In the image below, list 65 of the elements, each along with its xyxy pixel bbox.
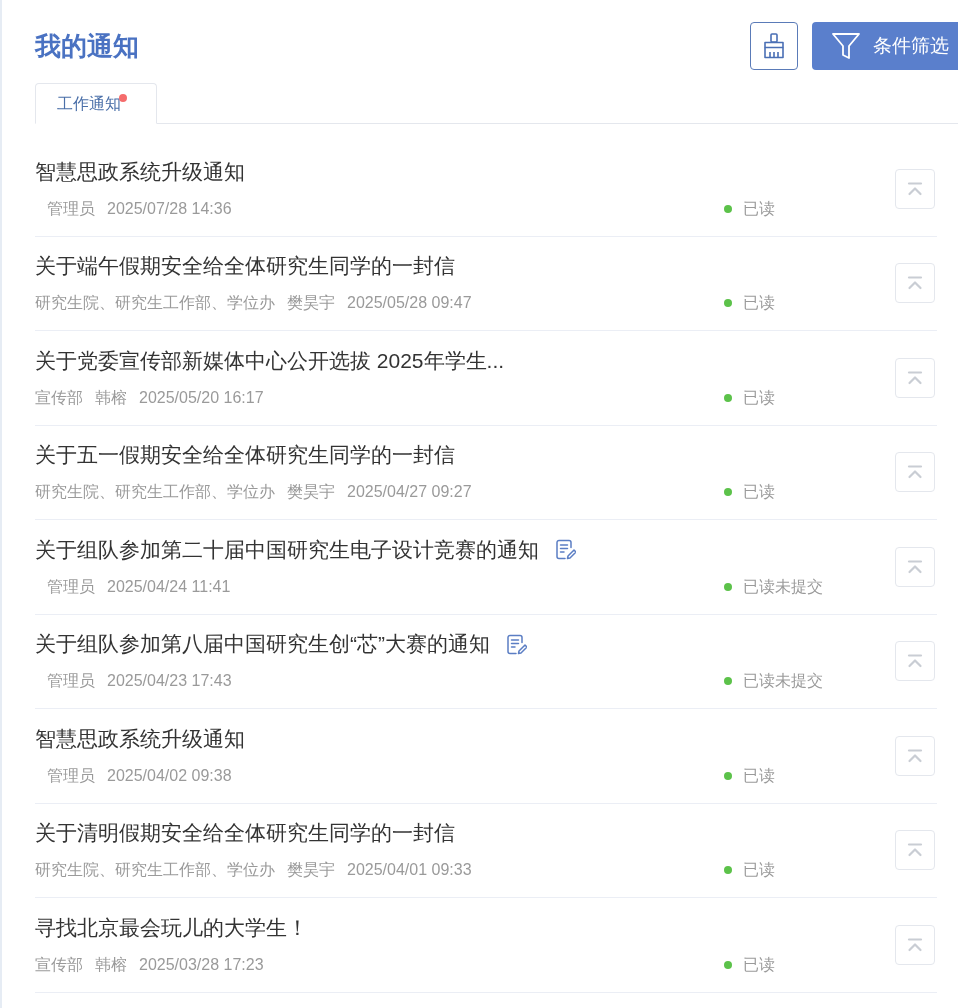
- notice-title[interactable]: 关于党委宣传部新媒体中心公开选拔 2025年学生...: [35, 346, 505, 375]
- read-status: 已读: [743, 482, 775, 503]
- notice-time: 2025/04/27 09:27: [347, 482, 472, 503]
- read-status: 已读: [743, 387, 775, 408]
- notice-time: 2025/04/02 09:38: [107, 765, 232, 786]
- notice-department: 研究生院、研究生工作部、学位办: [35, 860, 275, 881]
- to-top-icon: [907, 843, 923, 858]
- to-top-icon: [907, 370, 923, 385]
- to-top-icon: [907, 654, 923, 669]
- move-to-top-button[interactable]: [895, 452, 935, 493]
- read-status: 已读: [743, 860, 775, 881]
- move-to-top-button[interactable]: [895, 546, 935, 587]
- notice-author: 樊昊宇: [287, 482, 335, 503]
- notice-department: 研究生院、研究生工作部、学位办: [35, 293, 275, 314]
- notice-author: 韩榕: [95, 387, 127, 408]
- notice-time: 2025/07/28 14:36: [107, 198, 232, 219]
- move-to-top-button[interactable]: [895, 735, 935, 776]
- notice-title[interactable]: 关于端午假期安全给全体研究生同学的一封信: [35, 252, 455, 281]
- notice-author: 韩榕: [95, 954, 127, 975]
- filter-icon: [832, 32, 860, 60]
- notice-author: 管理员: [47, 198, 95, 219]
- to-top-icon: [907, 559, 923, 574]
- broom-icon: [761, 33, 787, 59]
- notice-title[interactable]: 关于组队参加第八届中国研究生创“芯”大赛的通知: [35, 630, 490, 659]
- notice-author: 管理员: [47, 576, 95, 597]
- notice-title[interactable]: 智慧思政系统升级通知: [35, 157, 245, 186]
- notice-time: 2025/03/28 17:23: [139, 954, 264, 975]
- notice-title[interactable]: 寻找北京最会玩儿的大学生！: [35, 913, 308, 942]
- notice-time: 2025/04/01 09:33: [347, 860, 472, 881]
- notice-title[interactable]: 关于五一假期安全给全体研究生同学的一封信: [35, 441, 455, 470]
- notice-author: 管理员: [47, 671, 95, 692]
- notice-author: 樊昊宇: [287, 293, 335, 314]
- read-status: 已读未提交: [743, 671, 823, 692]
- to-top-icon: [907, 276, 923, 291]
- notice-time: 2025/05/20 16:17: [139, 387, 264, 408]
- filter-button[interactable]: 条件筛选: [812, 22, 958, 70]
- to-top-icon: [907, 748, 923, 763]
- move-to-top-button[interactable]: [895, 924, 935, 965]
- notice-title[interactable]: 关于组队参加第二十届中国研究生电子设计竞赛的通知: [35, 535, 539, 564]
- read-status: 已读: [743, 293, 775, 314]
- read-status: 已读: [743, 765, 775, 786]
- to-top-icon: [907, 937, 923, 952]
- to-top-icon: [907, 465, 923, 480]
- tab[interactable]: 工作通知: [35, 83, 157, 124]
- clear-button[interactable]: [750, 22, 798, 70]
- move-to-top-button[interactable]: [895, 357, 935, 398]
- notice-author: 管理员: [47, 765, 95, 786]
- read-status: 已读: [743, 954, 775, 975]
- notice-title[interactable]: 关于清明假期安全给全体研究生同学的一封信: [35, 819, 455, 848]
- notice-time: 2025/04/24 11:41: [107, 576, 231, 597]
- move-to-top-button[interactable]: [895, 263, 935, 304]
- notice-department: 研究生院、研究生工作部、学位办: [35, 482, 275, 503]
- read-status: 已读未提交: [743, 576, 823, 597]
- notice-department: 宣传部: [35, 954, 83, 975]
- move-to-top-button[interactable]: [895, 641, 935, 682]
- notice-department: 宣传部: [35, 387, 83, 408]
- notice-time: 2025/05/28 09:47: [347, 293, 472, 314]
- page-title: 我的通知: [35, 30, 139, 63]
- move-to-top-button[interactable]: [895, 830, 935, 871]
- to-top-icon: [907, 181, 923, 196]
- notice-time: 2025/04/23 17:43: [107, 671, 232, 692]
- notice-title[interactable]: 智慧思政系统升级通知: [35, 724, 245, 753]
- read-status: 已读: [743, 198, 775, 219]
- move-to-top-button[interactable]: [895, 168, 935, 209]
- notice-author: 樊昊宇: [287, 860, 335, 881]
